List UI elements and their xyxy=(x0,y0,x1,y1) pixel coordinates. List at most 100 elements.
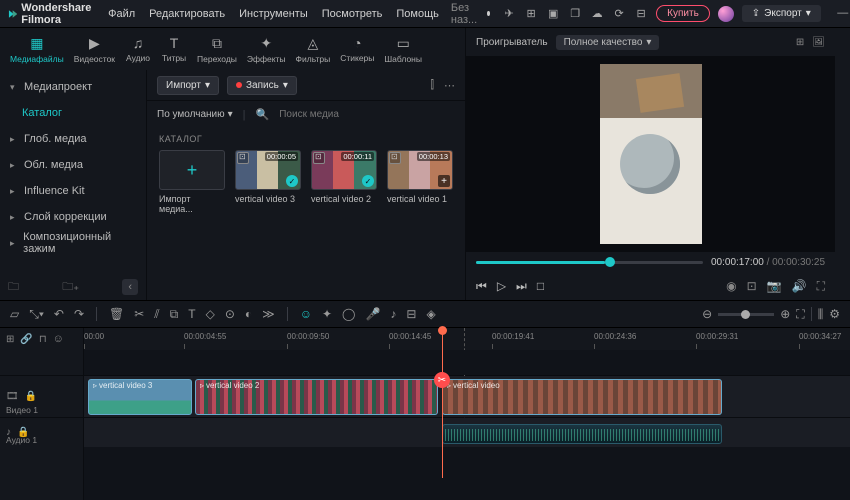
apps-icon[interactable]: ⊟ xyxy=(634,7,648,21)
spacer-body[interactable] xyxy=(84,350,850,375)
tab-media[interactable]: ▦Медиафайлы xyxy=(6,33,68,66)
select-checkbox-icon[interactable] xyxy=(389,152,401,164)
sidebar-item-cloud[interactable]: ▸Обл. медиа xyxy=(0,152,146,178)
select-checkbox-icon[interactable] xyxy=(313,152,325,164)
ruler[interactable]: 00:00 00:00:04:55 00:00:09:50 00:00:14:4… xyxy=(84,328,850,350)
thumb-import[interactable]: + Импорт медиа... xyxy=(159,150,225,214)
clip-video-3[interactable]: ▹vertical video 3 xyxy=(88,379,192,415)
split-icon[interactable]: ⫽ xyxy=(154,307,159,322)
tab-audio[interactable]: ♫Аудио xyxy=(121,33,155,65)
volume-icon[interactable]: 🔊 xyxy=(792,279,807,294)
redo-icon[interactable]: ↷ xyxy=(74,307,84,321)
sidebar-item-mediaproject[interactable]: ▾Медиапроект xyxy=(0,74,146,100)
layers-icon[interactable]: ❐ xyxy=(568,7,582,21)
folder-icon[interactable]: 🗀 xyxy=(8,278,19,297)
mic-icon[interactable]: 🎤 xyxy=(365,307,380,321)
picture-icon[interactable]: 🖼 xyxy=(812,37,825,48)
sidebar-item-adjustment[interactable]: ▸Слой коррекции xyxy=(0,204,146,230)
progress-bar[interactable] xyxy=(476,261,703,264)
record-icon[interactable]: ▣ xyxy=(546,7,560,21)
ai-track-icon[interactable]: ☺ xyxy=(53,333,64,345)
crop2-icon[interactable]: ⧉ xyxy=(170,307,179,322)
player-canvas[interactable] xyxy=(466,56,835,252)
crop-icon[interactable]: ▱ xyxy=(10,307,19,321)
mixer-icon[interactable]: ⫼ xyxy=(818,307,824,322)
marker-icon[interactable]: ⊡ xyxy=(747,279,757,294)
import-button[interactable]: Импорт▾ xyxy=(157,76,219,95)
select-checkbox-icon[interactable] xyxy=(237,152,249,164)
lock-icon[interactable]: 🔒 xyxy=(25,391,37,402)
video-track-icon[interactable]: 🎞 xyxy=(6,391,19,402)
subtitle-icon[interactable]: ⊟ xyxy=(406,307,416,321)
new-folder-icon[interactable]: 🗀₊ xyxy=(62,278,79,297)
mask-icon[interactable]: ◯ xyxy=(342,307,355,321)
import-tile[interactable]: + xyxy=(159,150,225,190)
collapse-sidebar-icon[interactable]: ‹ xyxy=(122,279,138,295)
video-track-body[interactable]: ▹vertical video 3 ▹vertical video 2 ▹ver… xyxy=(84,376,850,417)
music2-icon[interactable]: ♪ xyxy=(390,307,396,321)
record-button[interactable]: Запись▾ xyxy=(227,76,297,95)
sidebar-item-compound[interactable]: ▸Композиционный зажим xyxy=(0,230,146,256)
playhead[interactable]: ✂ xyxy=(442,328,443,478)
quality-dropdown[interactable]: Полное качество▾ xyxy=(556,35,660,50)
text-tool-icon[interactable]: T xyxy=(188,307,195,321)
link-icon[interactable]: 🔗 xyxy=(20,334,32,345)
camera-icon[interactable]: 📷 xyxy=(767,279,782,294)
pointer-icon[interactable]: ⤡▾ xyxy=(29,307,44,322)
delete-icon[interactable]: 🗑 xyxy=(109,307,124,321)
prev-frame-icon[interactable]: ⏮ xyxy=(476,279,487,294)
thumb-video-2[interactable]: 00:00:11✓ vertical video 2 xyxy=(311,150,377,214)
clip-video-2[interactable]: ▹vertical video 2 xyxy=(195,379,438,415)
menu-file[interactable]: Файл xyxy=(108,8,135,20)
tab-effects[interactable]: ✦Эффекты xyxy=(243,33,290,66)
thumb-image[interactable]: 00:00:13+ xyxy=(387,150,453,190)
thumb-video-1[interactable]: 00:00:13+ vertical video 1 xyxy=(387,150,453,214)
fullscreen-icon[interactable]: ⛶ xyxy=(817,279,825,294)
cut-icon[interactable]: ✂ xyxy=(134,307,144,321)
menu-edit[interactable]: Редактировать xyxy=(149,8,225,20)
tab-stickers[interactable]: ◔Стикеры xyxy=(336,33,378,65)
stop-icon[interactable]: □ xyxy=(537,279,544,293)
ai-icon[interactable]: ☺ xyxy=(300,307,312,321)
tab-transitions[interactable]: ⧉Переходы xyxy=(193,33,241,66)
zoom-out-icon[interactable]: ⊖ xyxy=(702,307,712,321)
grid-view-icon[interactable]: ⊞ xyxy=(796,37,804,48)
speed-icon[interactable]: ⊙ xyxy=(225,307,235,321)
refresh-icon[interactable]: ⟳ xyxy=(612,7,626,21)
menu-view[interactable]: Посмотреть xyxy=(322,8,383,20)
thumb-image[interactable]: 00:00:05✓ xyxy=(235,150,301,190)
keyframe-icon[interactable]: ◇ xyxy=(206,307,215,321)
color-icon[interactable]: ◐ xyxy=(245,307,252,321)
zoom-f003-icon[interactable]: ⛶ xyxy=(796,307,804,322)
snapshot-icon[interactable]: ◉ xyxy=(726,279,736,294)
play-icon[interactable]: ▷ xyxy=(497,279,506,293)
thumb-image[interactable]: 00:00:11✓ xyxy=(311,150,377,190)
undo-icon[interactable]: ↶ xyxy=(54,307,64,321)
sidebar-item-influence[interactable]: ▸Influence Kit xyxy=(0,178,146,204)
more-icon[interactable]: ⋯ xyxy=(444,79,455,92)
clip-audio-1[interactable] xyxy=(442,424,722,444)
send-icon[interactable]: ✈ xyxy=(502,7,516,21)
zoom-slider[interactable] xyxy=(718,313,774,316)
menu-tools[interactable]: Инструменты xyxy=(239,8,308,20)
search-input[interactable] xyxy=(279,109,455,120)
audio-track-body[interactable] xyxy=(84,418,850,447)
expand-icon[interactable]: ≫ xyxy=(262,307,275,321)
cloud-icon[interactable]: ☁ xyxy=(590,7,604,21)
menu-help[interactable]: Помощь xyxy=(396,8,439,20)
settings-icon[interactable]: ⚙ xyxy=(829,307,840,321)
cut-marker-icon[interactable]: ✂ xyxy=(434,372,450,388)
next-frame-icon[interactable]: ⏭ xyxy=(516,279,527,294)
minimize-icon[interactable]: — xyxy=(835,7,850,20)
sidebar-item-catalog[interactable]: Каталог xyxy=(0,100,146,126)
buy-button[interactable]: Купить xyxy=(656,5,710,22)
user-avatar[interactable] xyxy=(718,6,734,22)
tab-filters[interactable]: ◬Фильтры xyxy=(292,33,335,66)
tab-titles[interactable]: TТитры xyxy=(157,33,191,65)
devices-icon[interactable]: ⊞ xyxy=(524,7,538,21)
add-icon[interactable]: + xyxy=(438,175,450,187)
clip-video-1[interactable]: ▹vertical video xyxy=(442,379,722,415)
sidebar-item-global[interactable]: ▸Глоб. медиа xyxy=(0,126,146,152)
tab-templates[interactable]: ▭Шаблоны xyxy=(380,33,426,66)
marker2-icon[interactable]: ◈ xyxy=(426,307,435,321)
